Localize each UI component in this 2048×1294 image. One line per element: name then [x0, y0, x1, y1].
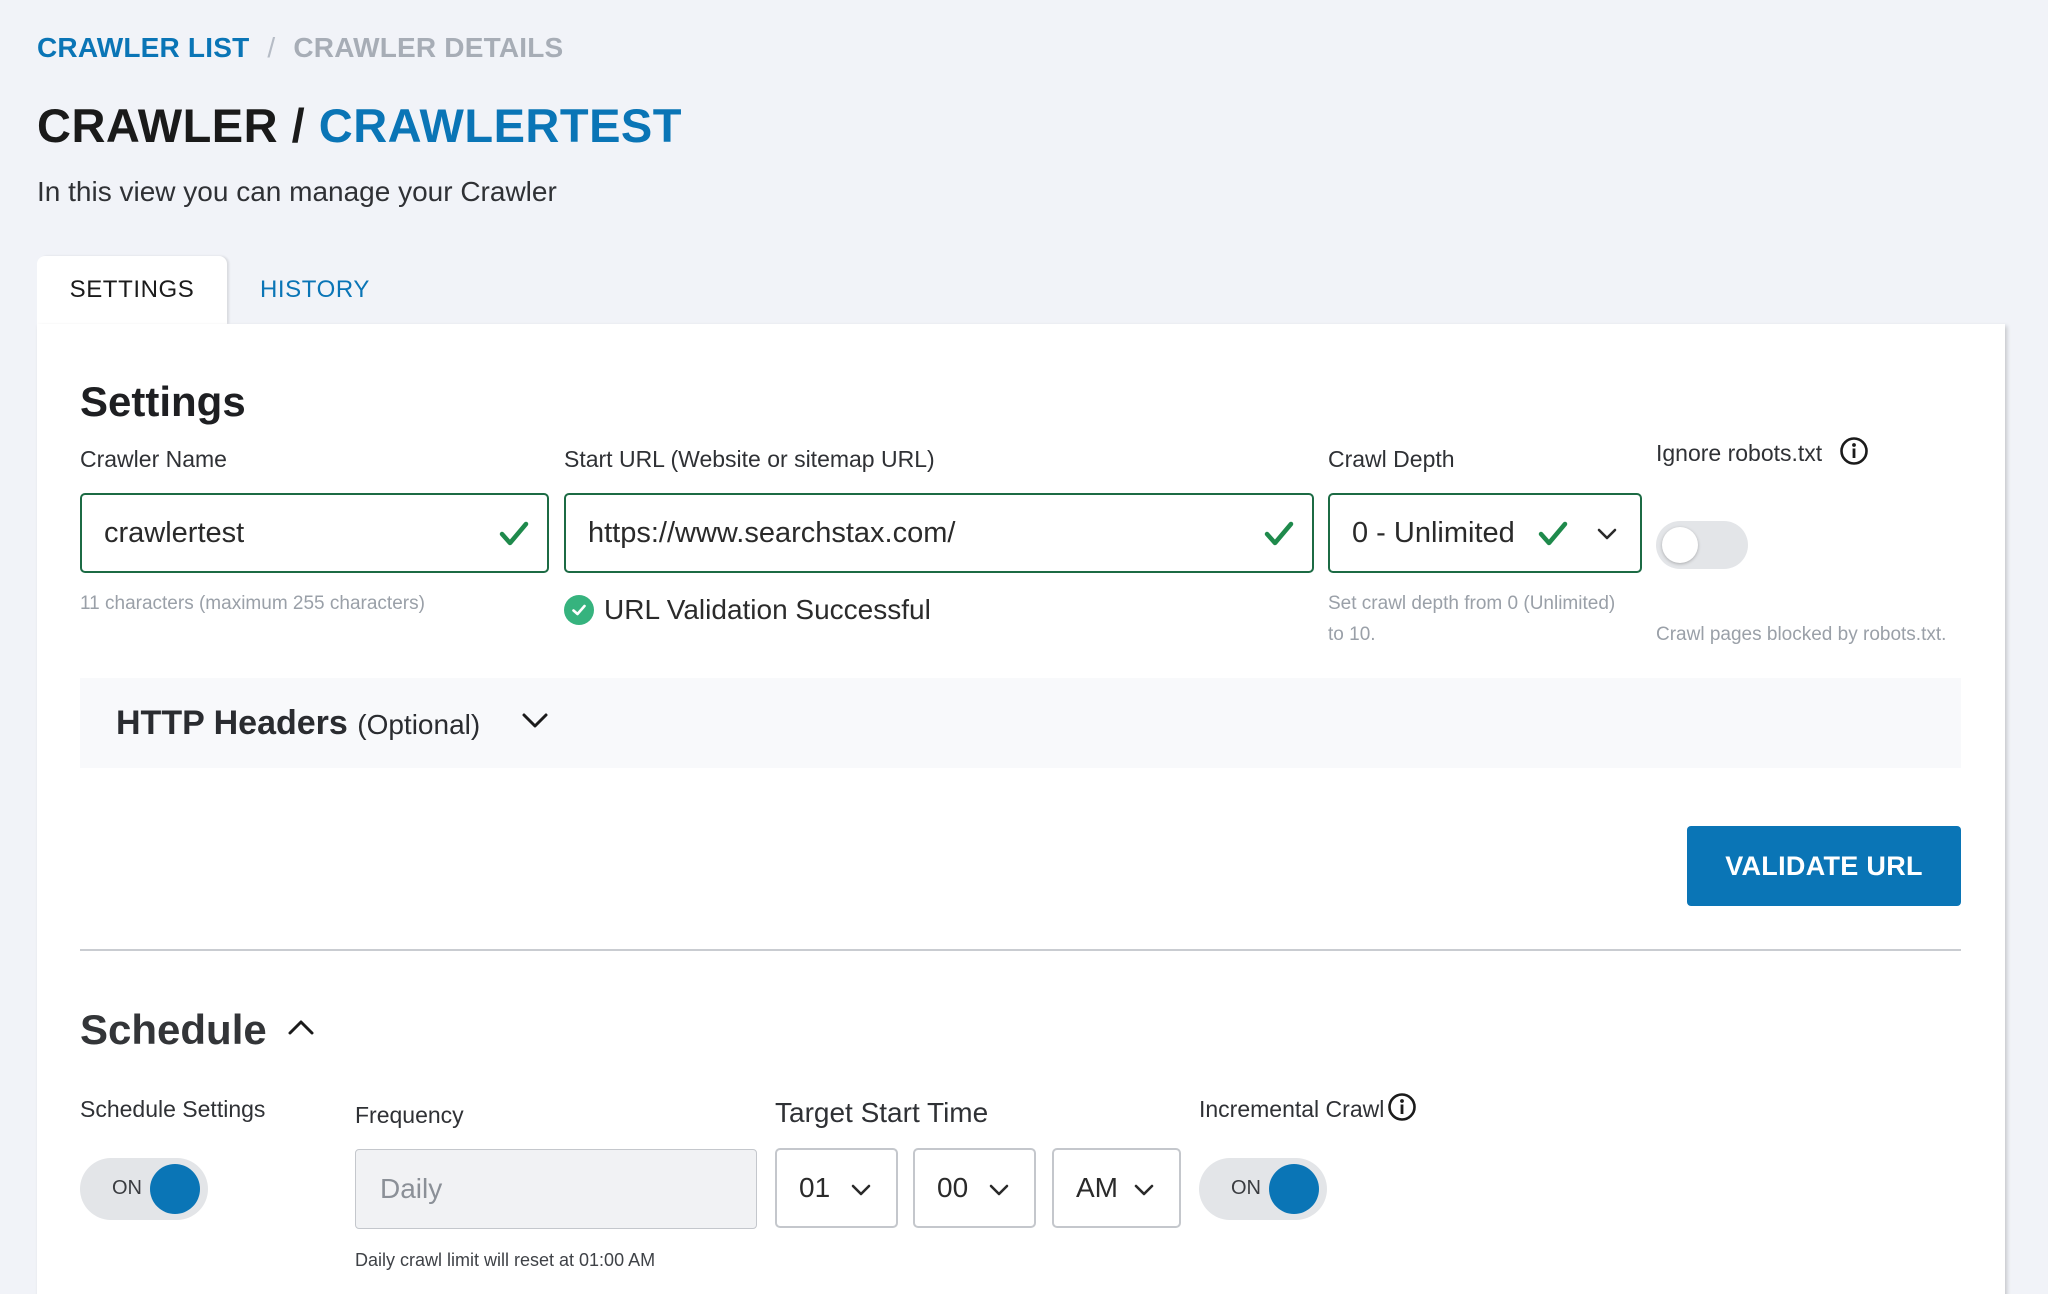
chevron-down-icon: [1597, 528, 1617, 540]
tab-settings[interactable]: SETTINGS: [37, 256, 227, 324]
check-icon: [1538, 521, 1568, 546]
info-icon[interactable]: [1387, 1092, 1417, 1122]
success-check-icon: [564, 595, 594, 625]
toggle-knob: [1662, 527, 1698, 563]
start-period-value: AM: [1076, 1172, 1118, 1203]
chevron-up-icon[interactable]: [286, 1016, 316, 1038]
ignore-robots-helper: Crawl pages blocked by robots.txt.: [1656, 624, 1947, 645]
http-headers-panel[interactable]: HTTP Headers (Optional): [80, 678, 1961, 768]
toggle-on-text: ON: [112, 1177, 142, 1199]
incremental-crawl-label: Incremental Crawl: [1199, 1096, 1385, 1122]
crawl-depth-value: 0 - Unlimited: [1352, 516, 1515, 549]
start-url-value: https://www.searchstax.com/: [588, 516, 956, 549]
tab-history[interactable]: HISTORY: [250, 256, 380, 324]
validate-url-button[interactable]: VALIDATE URL: [1687, 826, 1961, 906]
page-subtitle: In this view you can manage your Crawler: [37, 176, 557, 207]
crawler-name-input[interactable]: crawlertest: [80, 493, 549, 573]
breadcrumb: CRAWLER LIST / CRAWLER DETAILS: [37, 32, 563, 64]
http-headers-optional: (Optional): [357, 709, 481, 740]
toggle-knob: [1269, 1164, 1319, 1214]
frequency-label: Frequency: [355, 1102, 464, 1128]
chevron-down-icon: [1134, 1184, 1154, 1196]
page-title-crawler-name: CRAWLERTEST: [318, 99, 682, 152]
crawler-name-label: Crawler Name: [80, 446, 227, 472]
crawl-depth-helper-line2: to 10.: [1328, 624, 1376, 645]
start-url-label: Start URL (Website or sitemap URL): [564, 446, 935, 472]
toggle-knob: [150, 1164, 200, 1214]
section-divider: [80, 949, 1961, 951]
http-headers-label: HTTP Headers: [116, 704, 348, 742]
start-hour-select[interactable]: 01: [775, 1148, 898, 1228]
page-title-prefix: CRAWLER /: [37, 99, 306, 152]
ignore-robots-toggle[interactable]: [1656, 521, 1748, 569]
url-validation-status: URL Validation Successful: [564, 594, 931, 626]
crawl-depth-label: Crawl Depth: [1328, 446, 1455, 472]
chevron-down-icon: [989, 1184, 1009, 1196]
crawler-name-helper: 11 characters (maximum 255 characters): [80, 593, 425, 614]
crawl-depth-helper-line1: Set crawl depth from 0 (Unlimited): [1328, 593, 1616, 614]
settings-heading: Settings: [80, 378, 246, 425]
info-icon[interactable]: [1839, 436, 1869, 466]
crawl-depth-select[interactable]: 0 - Unlimited: [1328, 493, 1642, 573]
url-validation-text: URL Validation Successful: [604, 594, 931, 625]
schedule-settings-toggle[interactable]: ON: [80, 1158, 208, 1220]
frequency-input: Daily: [355, 1149, 757, 1229]
start-minute-value: 00: [937, 1172, 969, 1203]
page-title: CRAWLER / CRAWLERTEST: [37, 98, 682, 153]
frequency-helper: Daily crawl limit will reset at 01:00 AM: [355, 1250, 656, 1270]
schedule-heading: Schedule: [80, 1006, 267, 1053]
check-icon: [499, 521, 529, 546]
schedule-settings-label: Schedule Settings: [80, 1096, 266, 1122]
chevron-down-icon: [851, 1184, 871, 1196]
breadcrumb-crawler-list[interactable]: CRAWLER LIST: [37, 32, 249, 64]
target-start-time-label: Target Start Time: [775, 1097, 989, 1128]
crawl-depth-helper: Set crawl depth from 0 (Unlimited) to 10…: [1328, 588, 1615, 650]
chevron-down-icon[interactable]: [520, 710, 550, 732]
crawler-name-value: crawlertest: [104, 516, 245, 549]
ignore-robots-label: Ignore robots.txt: [1656, 440, 1823, 466]
check-icon: [1264, 521, 1294, 546]
start-period-select[interactable]: AM: [1052, 1148, 1181, 1228]
breadcrumb-crawler-details: CRAWLER DETAILS: [293, 32, 564, 63]
http-headers-title: HTTP Headers (Optional): [116, 704, 480, 743]
breadcrumb-separator: /: [267, 32, 276, 63]
incremental-crawl-toggle[interactable]: ON: [1199, 1158, 1327, 1220]
toggle-on-text: ON: [1231, 1177, 1261, 1199]
start-minute-select[interactable]: 00: [913, 1148, 1036, 1228]
start-url-input[interactable]: https://www.searchstax.com/: [564, 493, 1314, 573]
start-hour-value: 01: [799, 1172, 831, 1203]
